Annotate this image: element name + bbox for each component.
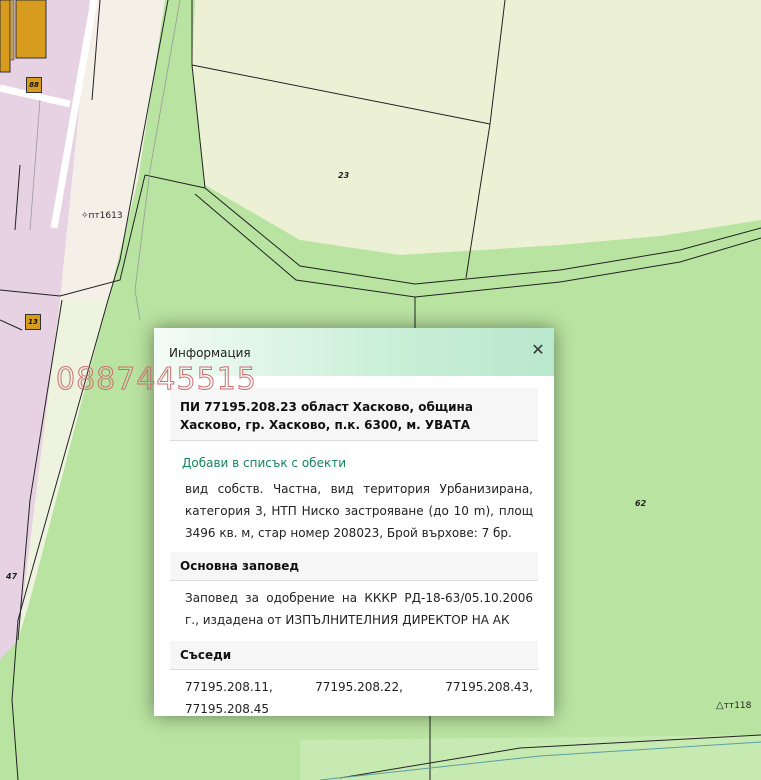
point-pt1613-label: пт1613 bbox=[88, 211, 123, 221]
add-to-list-link[interactable]: Добави в списък с обекти bbox=[182, 456, 538, 470]
building-block-2 bbox=[0, 0, 11, 73]
building-strip bbox=[9, 0, 15, 61]
survey-point-icon: ✧ bbox=[81, 211, 89, 221]
point-tt118-label: тт118 bbox=[723, 701, 752, 711]
point-pt1613: ✧пт1613 bbox=[81, 211, 123, 221]
neighbours-heading: Съседи bbox=[170, 641, 538, 670]
point-tt118: △тт118 bbox=[716, 700, 751, 711]
parcel-47-label: 47 bbox=[6, 572, 18, 581]
building-13: 13 bbox=[25, 314, 41, 330]
parcel-23-label: 23 bbox=[338, 171, 350, 180]
building-88: 88 bbox=[26, 77, 42, 93]
parcel-62-label: 62 bbox=[635, 499, 647, 508]
neighbours-text: 77195.208.11, 77195.208.22, 77195.208.43… bbox=[185, 680, 533, 716]
triangle-point-icon: △ bbox=[716, 700, 724, 711]
order-heading: Основна заповед bbox=[170, 552, 538, 581]
order-text: Заповед за одобрение на КККР РД-18-63/05… bbox=[185, 591, 533, 627]
popup-body: ПИ 77195.208.23 област Хасково, община Х… bbox=[170, 384, 538, 720]
parcel-description: вид собств. Частна, вид територия Урбани… bbox=[185, 482, 533, 540]
parcel-23-area bbox=[192, 0, 761, 255]
phone-watermark: 0887445515 bbox=[56, 362, 257, 398]
close-icon[interactable]: ✕ bbox=[530, 342, 546, 358]
popup-title: Информация bbox=[169, 346, 251, 360]
building-block-1 bbox=[15, 0, 47, 59]
